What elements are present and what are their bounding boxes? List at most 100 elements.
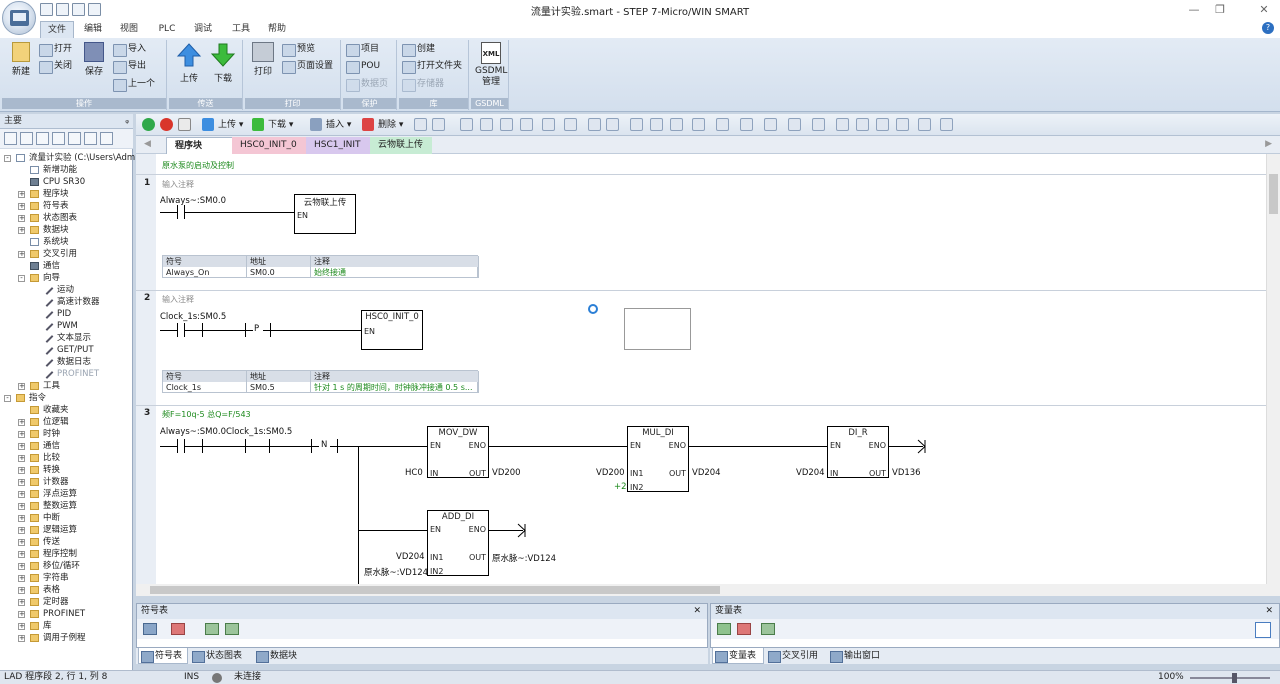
application-menu-button[interactable] bbox=[2, 1, 36, 35]
toolbar-insert-button[interactable]: 插入 ▾ bbox=[310, 118, 351, 132]
expand-icon[interactable]: + bbox=[18, 587, 25, 594]
ribbon-tab-debug[interactable]: 调试 bbox=[188, 21, 218, 38]
expand-icon[interactable]: + bbox=[18, 203, 25, 210]
ladder-editor[interactable]: 原水泵的启动及控制 1 输入注释 Always~:SM0.0 云物联上传 EN … bbox=[136, 154, 1266, 584]
tab-cross-reference[interactable]: 交叉引用 bbox=[766, 648, 826, 664]
tree-node[interactable]: + 逻辑运算 bbox=[0, 524, 133, 536]
refresh-symbol-icon[interactable] bbox=[205, 623, 219, 635]
expand-icon[interactable]: + bbox=[18, 491, 25, 498]
toolbar-tool-icon[interactable] bbox=[940, 118, 953, 131]
tree-node[interactable]: + 整数运算 bbox=[0, 500, 133, 512]
export-button[interactable]: 导出 bbox=[112, 59, 146, 74]
tree-node[interactable]: PID bbox=[0, 308, 133, 320]
tree-node[interactable]: + 符号表 bbox=[0, 200, 133, 212]
collapse-icon[interactable]: - bbox=[4, 155, 11, 162]
tab-hsc0-init-0[interactable]: HSC0_INIT_0 bbox=[232, 137, 308, 154]
expand-icon[interactable]: + bbox=[18, 227, 25, 234]
tree-tool-icon[interactable] bbox=[100, 132, 113, 145]
expand-icon[interactable]: + bbox=[18, 575, 25, 582]
open-folder-button[interactable]: 打开文件夹 bbox=[401, 59, 462, 74]
mul-di-box[interactable]: MUL_DI EN ENO IN1 IN2 OUT bbox=[627, 426, 689, 492]
expand-icon[interactable]: + bbox=[18, 251, 25, 258]
tree-node[interactable]: + 中断 bbox=[0, 512, 133, 524]
tree-node[interactable]: 数据日志 bbox=[0, 356, 133, 368]
expand-icon[interactable]: + bbox=[18, 563, 25, 570]
expand-icon[interactable]: + bbox=[18, 419, 25, 426]
tree-node[interactable]: + 移位/循环 bbox=[0, 560, 133, 572]
refresh-icon[interactable] bbox=[761, 623, 775, 635]
tree-node[interactable]: 新增功能 bbox=[0, 164, 133, 176]
delete-row-icon[interactable] bbox=[737, 623, 751, 635]
expand-icon[interactable]: + bbox=[18, 527, 25, 534]
tree-node[interactable]: + 定时器 bbox=[0, 596, 133, 608]
tab-output-window[interactable]: 输出窗口 bbox=[828, 648, 890, 664]
dir-in-value[interactable]: VD204 bbox=[796, 468, 825, 478]
toolbar-tool-icon[interactable] bbox=[500, 118, 513, 131]
ribbon-tab-file[interactable]: 文件 bbox=[40, 21, 74, 38]
tree-node[interactable]: + 字符串 bbox=[0, 572, 133, 584]
zoom-slider-thumb[interactable] bbox=[1232, 673, 1237, 683]
toolbar-tool-icon[interactable] bbox=[692, 118, 705, 131]
new-button[interactable]: 新建 bbox=[6, 42, 36, 77]
network-2-comment[interactable]: 输入注释 bbox=[162, 294, 194, 305]
toolbar-tool-icon[interactable] bbox=[670, 118, 683, 131]
network-3-comment[interactable]: 频F=10q-5 总Q=F/543 bbox=[162, 409, 251, 420]
expand-icon[interactable]: + bbox=[18, 551, 25, 558]
vertical-scroll-thumb[interactable] bbox=[1269, 174, 1278, 214]
toolbar-tool-icon[interactable] bbox=[716, 118, 729, 131]
expand-icon[interactable]: + bbox=[18, 539, 25, 546]
tree-node[interactable]: + 转换 bbox=[0, 464, 133, 476]
toolbar-tool-icon[interactable] bbox=[788, 118, 801, 131]
open-button[interactable]: 打开 bbox=[38, 42, 72, 57]
network-1-comment[interactable]: 输入注释 bbox=[162, 179, 194, 190]
toolbar-delete-button[interactable]: 删除 ▾ bbox=[362, 118, 403, 132]
tab-data-block[interactable]: 数据块 bbox=[254, 648, 310, 664]
tree-node[interactable]: + 通信 bbox=[0, 440, 133, 452]
toolbar-download-button[interactable]: 下载 ▾ bbox=[252, 118, 293, 132]
expand-icon[interactable]: + bbox=[18, 215, 25, 222]
ribbon-tab-plc[interactable]: PLC bbox=[152, 21, 182, 38]
tree-node[interactable]: + 比较 bbox=[0, 452, 133, 464]
panel-close-icon[interactable]: ✕ bbox=[693, 604, 701, 619]
tree-node[interactable]: PWM bbox=[0, 320, 133, 332]
toolbar-tool-icon[interactable] bbox=[896, 118, 909, 131]
toolbar-tool-icon[interactable] bbox=[740, 118, 753, 131]
dir-out-value[interactable]: VD136 bbox=[892, 468, 921, 478]
toolbar-tool-icon[interactable] bbox=[918, 118, 931, 131]
close-button[interactable]: ✕ bbox=[1252, 2, 1276, 18]
tree-node[interactable]: + 位逻辑 bbox=[0, 416, 133, 428]
mov-in-value[interactable]: HC0 bbox=[405, 468, 423, 478]
expand-icon[interactable]: + bbox=[18, 431, 25, 438]
insert-row-icon[interactable] bbox=[717, 623, 731, 635]
tree-node[interactable]: 收藏夹 bbox=[0, 404, 133, 416]
tree-node[interactable]: 高速计数器 bbox=[0, 296, 133, 308]
tree-node[interactable]: + 传送 bbox=[0, 536, 133, 548]
close-project-button[interactable]: 关闭 bbox=[38, 59, 72, 74]
network-2-contact-label[interactable]: Clock_1s:SM0.5 bbox=[160, 312, 226, 322]
tree-node[interactable]: + 计数器 bbox=[0, 476, 133, 488]
apply-symbol-icon[interactable] bbox=[225, 623, 239, 635]
tree-tool-icon[interactable] bbox=[4, 132, 17, 145]
tabs-scroll-right-icon[interactable]: ▶ bbox=[1265, 139, 1272, 149]
delete-symbol-icon[interactable] bbox=[171, 623, 185, 635]
expand-icon[interactable]: + bbox=[18, 503, 25, 510]
toolbar-tool-icon[interactable] bbox=[520, 118, 533, 131]
mul-in1-value[interactable]: VD200 bbox=[596, 468, 625, 478]
tab-status-chart[interactable]: 状态图表 bbox=[190, 648, 252, 664]
ribbon-tab-help[interactable]: 帮助 bbox=[262, 21, 292, 38]
tree-node[interactable]: + 时钟 bbox=[0, 428, 133, 440]
save-button[interactable]: 保存 bbox=[80, 42, 108, 77]
toolbar-tool-icon[interactable] bbox=[764, 118, 777, 131]
toolbar-tool-icon[interactable] bbox=[542, 118, 555, 131]
tree-tool-icon[interactable] bbox=[52, 132, 65, 145]
page-setup-button[interactable]: 页面设置 bbox=[281, 59, 333, 74]
import-button[interactable]: 导入 bbox=[112, 42, 146, 57]
compile-icon[interactable] bbox=[178, 118, 191, 131]
protect-data-page-button[interactable]: 数据页 bbox=[345, 77, 388, 92]
add-di-box[interactable]: ADD_DI EN ENO IN1 IN2 OUT bbox=[427, 510, 489, 576]
toolbar-tool-icon[interactable] bbox=[856, 118, 869, 131]
tree-node[interactable]: + 数据块 bbox=[0, 224, 133, 236]
toolbar-tool-icon[interactable] bbox=[812, 118, 825, 131]
tree-node[interactable]: + 状态图表 bbox=[0, 212, 133, 224]
tree-node[interactable]: - 流量计实验 (C:\Users\Admi bbox=[0, 152, 138, 164]
